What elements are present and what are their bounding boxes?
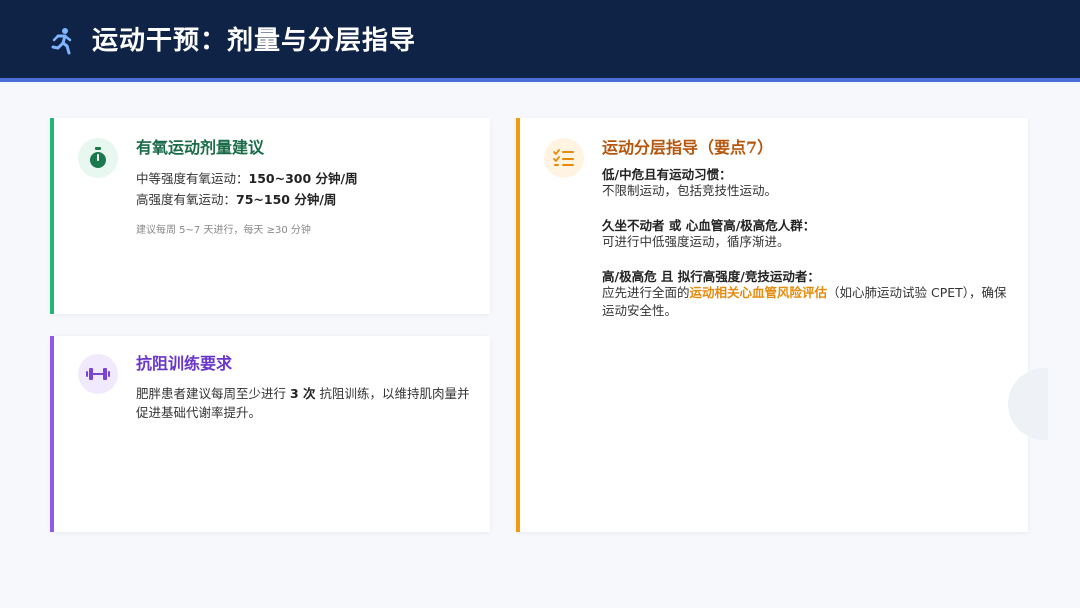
stratify-icon-badge [544,138,584,178]
page-title: 运动干预：剂量与分层指导 [92,26,417,56]
aerobic-icon-badge [78,138,118,178]
group-2-body: 可进行中低强度运动，循序渐进。 [602,234,790,249]
high-intensity-line: 高强度有氧运动：75~150 分钟/周 [136,191,336,209]
resistance-text: 肥胖患者建议每周至少进行 3 次 抗阻训练，以维持肌肉量并促进基础代谢率提升。 [136,384,472,422]
moderate-label: 中等强度有氧运动： [136,171,249,186]
resistance-frequency: 3 次 [289,386,316,401]
aerobic-note: 建议每周 5~7 天进行，每天 ≥30 分钟 [136,225,311,236]
group-3-body: 应先进行全面的运动相关心血管风险评估（如心肺运动试验 CPET），确保运动安全性… [602,284,1012,320]
stratify-title: 运动分层指导（要点7） [602,138,774,157]
resistance-accent-bar [50,336,54,532]
stratification-card: 运动分层指导（要点7） 低/中危且有运动习惯： 不限制运动，包括竞技性运动。 久… [516,118,1028,532]
stopwatch-icon [90,147,106,168]
group-1-body: 不限制运动，包括竞技性运动。 [602,183,778,198]
moderate-intensity-line: 中等强度有氧运动：150~300 分钟/周 [136,170,358,188]
dumbbell-icon [86,368,110,380]
resistance-title: 抗阻训练要求 [136,354,233,373]
resistance-training-card: 抗阻训练要求 肥胖患者建议每周至少进行 3 次 抗阻训练，以维持肌肉量并促进基础… [50,336,490,532]
high-value: 75~150 分钟/周 [236,192,337,207]
checklist-icon [553,149,574,166]
aerobic-title: 有氧运动剂量建议 [136,138,265,157]
group-3-body-before: 应先进行全面的 [602,285,690,300]
resistance-text-before: 肥胖患者建议每周至少进行 [136,386,290,401]
resistance-icon-badge [78,354,118,394]
aerobic-accent-bar [50,118,54,314]
risk-assessment-highlight: 运动相关心血管风险评估 [689,285,828,300]
slide-header: 运动干预：剂量与分层指导 [0,0,1080,82]
running-person-icon [51,28,72,55]
moderate-value: 150~300 分钟/周 [248,171,358,186]
high-label: 高强度有氧运动： [136,192,237,207]
stratify-accent-bar [516,118,520,532]
aerobic-dose-card: 有氧运动剂量建议 中等强度有氧运动：150~300 分钟/周 高强度有氧运动：7… [50,118,490,314]
